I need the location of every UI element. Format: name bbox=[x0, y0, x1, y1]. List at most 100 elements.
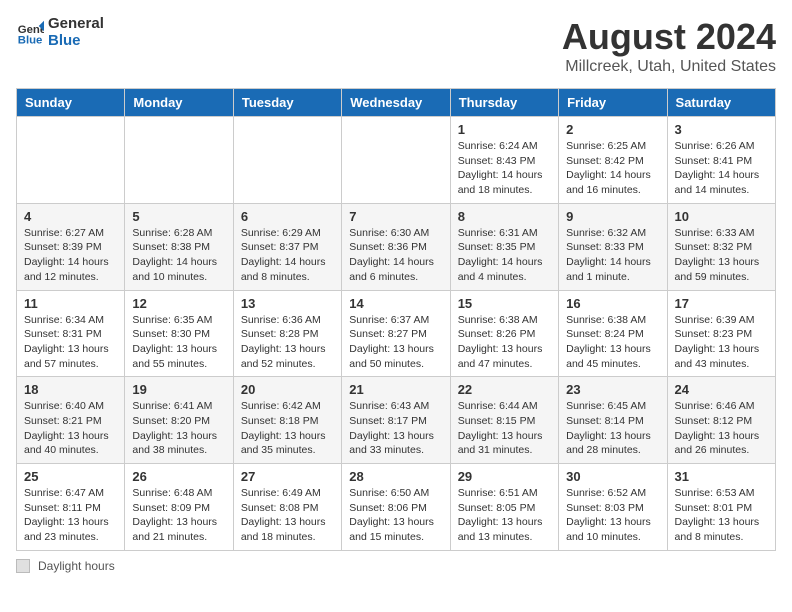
day-number: 5 bbox=[132, 209, 225, 224]
calendar-cell: 12 Sunrise: 6:35 AM Sunset: 8:30 PM Dayli… bbox=[125, 290, 233, 377]
day-info: Sunrise: 6:39 AM Sunset: 8:23 PM Dayligh… bbox=[675, 313, 768, 372]
legend-label: Daylight hours bbox=[38, 559, 115, 573]
week-row-5: 25 Sunrise: 6:47 AM Sunset: 8:11 PM Dayli… bbox=[17, 464, 776, 551]
day-info: Sunrise: 6:27 AM Sunset: 8:39 PM Dayligh… bbox=[24, 226, 117, 285]
calendar-cell bbox=[342, 117, 450, 204]
col-header-saturday: Saturday bbox=[667, 89, 775, 117]
day-info: Sunrise: 6:41 AM Sunset: 8:20 PM Dayligh… bbox=[132, 399, 225, 458]
col-header-thursday: Thursday bbox=[450, 89, 558, 117]
title-area: August 2024 Millcreek, Utah, United Stat… bbox=[562, 16, 776, 76]
calendar-cell: 5 Sunrise: 6:28 AM Sunset: 8:38 PM Daylig… bbox=[125, 203, 233, 290]
day-number: 21 bbox=[349, 382, 442, 397]
calendar-cell: 23 Sunrise: 6:45 AM Sunset: 8:14 PM Dayli… bbox=[559, 377, 667, 464]
day-number: 26 bbox=[132, 469, 225, 484]
day-info: Sunrise: 6:35 AM Sunset: 8:30 PM Dayligh… bbox=[132, 313, 225, 372]
day-info: Sunrise: 6:51 AM Sunset: 8:05 PM Dayligh… bbox=[458, 486, 551, 545]
svg-text:Blue: Blue bbox=[18, 34, 43, 46]
logo-blue-text: Blue bbox=[48, 32, 81, 49]
subtitle: Millcreek, Utah, United States bbox=[562, 58, 776, 76]
calendar-cell bbox=[125, 117, 233, 204]
day-number: 10 bbox=[675, 209, 768, 224]
day-info: Sunrise: 6:36 AM Sunset: 8:28 PM Dayligh… bbox=[241, 313, 334, 372]
day-number: 17 bbox=[675, 296, 768, 311]
day-info: Sunrise: 6:24 AM Sunset: 8:43 PM Dayligh… bbox=[458, 139, 551, 198]
day-info: Sunrise: 6:33 AM Sunset: 8:32 PM Dayligh… bbox=[675, 226, 768, 285]
day-number: 8 bbox=[458, 209, 551, 224]
day-info: Sunrise: 6:48 AM Sunset: 8:09 PM Dayligh… bbox=[132, 486, 225, 545]
day-info: Sunrise: 6:32 AM Sunset: 8:33 PM Dayligh… bbox=[566, 226, 659, 285]
week-row-1: 1Sunrise: 6:24 AM Sunset: 8:43 PM Daylig… bbox=[17, 117, 776, 204]
calendar-cell: 7Sunrise: 6:30 AM Sunset: 8:36 PM Daylig… bbox=[342, 203, 450, 290]
calendar-cell: 18 Sunrise: 6:40 AM Sunset: 8:21 PM Dayli… bbox=[17, 377, 125, 464]
day-info: Sunrise: 6:37 AM Sunset: 8:27 PM Dayligh… bbox=[349, 313, 442, 372]
day-number: 11 bbox=[24, 296, 117, 311]
week-row-3: 11Sunrise: 6:34 AM Sunset: 8:31 PM Dayli… bbox=[17, 290, 776, 377]
day-info: Sunrise: 6:38 AM Sunset: 8:26 PM Dayligh… bbox=[458, 313, 551, 372]
day-info: Sunrise: 6:26 AM Sunset: 8:41 PM Dayligh… bbox=[675, 139, 768, 198]
calendar-cell: 31 Sunrise: 6:53 AM Sunset: 8:01 PM Dayli… bbox=[667, 464, 775, 551]
calendar-cell: 28 Sunrise: 6:50 AM Sunset: 8:06 PM Dayli… bbox=[342, 464, 450, 551]
day-info: Sunrise: 6:38 AM Sunset: 8:24 PM Dayligh… bbox=[566, 313, 659, 372]
day-number: 25 bbox=[24, 469, 117, 484]
day-number: 30 bbox=[566, 469, 659, 484]
col-header-monday: Monday bbox=[125, 89, 233, 117]
calendar-cell: 20 Sunrise: 6:42 AM Sunset: 8:18 PM Dayli… bbox=[233, 377, 341, 464]
col-header-sunday: Sunday bbox=[17, 89, 125, 117]
calendar-table: SundayMondayTuesdayWednesdayThursdayFrid… bbox=[16, 88, 776, 551]
day-number: 3 bbox=[675, 122, 768, 137]
calendar-cell bbox=[233, 117, 341, 204]
calendar-cell: 24Sunrise: 6:46 AM Sunset: 8:12 PM Dayli… bbox=[667, 377, 775, 464]
day-number: 2 bbox=[566, 122, 659, 137]
day-number: 19 bbox=[132, 382, 225, 397]
day-info: Sunrise: 6:47 AM Sunset: 8:11 PM Dayligh… bbox=[24, 486, 117, 545]
days-header-row: SundayMondayTuesdayWednesdayThursdayFrid… bbox=[17, 89, 776, 117]
day-number: 7 bbox=[349, 209, 442, 224]
calendar-cell: 13 Sunrise: 6:36 AM Sunset: 8:28 PM Dayli… bbox=[233, 290, 341, 377]
calendar-cell: 9Sunrise: 6:32 AM Sunset: 8:33 PM Daylig… bbox=[559, 203, 667, 290]
calendar-cell: 2Sunrise: 6:25 AM Sunset: 8:42 PM Daylig… bbox=[559, 117, 667, 204]
day-info: Sunrise: 6:44 AM Sunset: 8:15 PM Dayligh… bbox=[458, 399, 551, 458]
day-info: Sunrise: 6:42 AM Sunset: 8:18 PM Dayligh… bbox=[241, 399, 334, 458]
main-title: August 2024 bbox=[562, 16, 776, 58]
day-number: 13 bbox=[241, 296, 334, 311]
logo-icon: General Blue bbox=[16, 19, 44, 47]
day-number: 18 bbox=[24, 382, 117, 397]
col-header-wednesday: Wednesday bbox=[342, 89, 450, 117]
calendar-cell: 8 Sunrise: 6:31 AM Sunset: 8:35 PM Daylig… bbox=[450, 203, 558, 290]
day-number: 12 bbox=[132, 296, 225, 311]
calendar-cell: 4 Sunrise: 6:27 AM Sunset: 8:39 PM Daylig… bbox=[17, 203, 125, 290]
day-number: 20 bbox=[241, 382, 334, 397]
col-header-tuesday: Tuesday bbox=[233, 89, 341, 117]
day-number: 29 bbox=[458, 469, 551, 484]
day-info: Sunrise: 6:40 AM Sunset: 8:21 PM Dayligh… bbox=[24, 399, 117, 458]
day-info: Sunrise: 6:45 AM Sunset: 8:14 PM Dayligh… bbox=[566, 399, 659, 458]
day-info: Sunrise: 6:49 AM Sunset: 8:08 PM Dayligh… bbox=[241, 486, 334, 545]
day-number: 24 bbox=[675, 382, 768, 397]
day-info: Sunrise: 6:28 AM Sunset: 8:38 PM Dayligh… bbox=[132, 226, 225, 285]
calendar-cell: 16Sunrise: 6:38 AM Sunset: 8:24 PM Dayli… bbox=[559, 290, 667, 377]
day-info: Sunrise: 6:29 AM Sunset: 8:37 PM Dayligh… bbox=[241, 226, 334, 285]
day-number: 4 bbox=[24, 209, 117, 224]
day-number: 28 bbox=[349, 469, 442, 484]
calendar-cell: 14Sunrise: 6:37 AM Sunset: 8:27 PM Dayli… bbox=[342, 290, 450, 377]
calendar-cell: 6Sunrise: 6:29 AM Sunset: 8:37 PM Daylig… bbox=[233, 203, 341, 290]
day-number: 23 bbox=[566, 382, 659, 397]
calendar-cell: 21 Sunrise: 6:43 AM Sunset: 8:17 PM Dayli… bbox=[342, 377, 450, 464]
calendar-cell: 30 Sunrise: 6:52 AM Sunset: 8:03 PM Dayli… bbox=[559, 464, 667, 551]
day-info: Sunrise: 6:43 AM Sunset: 8:17 PM Dayligh… bbox=[349, 399, 442, 458]
day-info: Sunrise: 6:53 AM Sunset: 8:01 PM Dayligh… bbox=[675, 486, 768, 545]
day-info: Sunrise: 6:31 AM Sunset: 8:35 PM Dayligh… bbox=[458, 226, 551, 285]
day-number: 22 bbox=[458, 382, 551, 397]
day-number: 31 bbox=[675, 469, 768, 484]
week-row-2: 4 Sunrise: 6:27 AM Sunset: 8:39 PM Daylig… bbox=[17, 203, 776, 290]
calendar-cell: 15 Sunrise: 6:38 AM Sunset: 8:26 PM Dayli… bbox=[450, 290, 558, 377]
day-info: Sunrise: 6:50 AM Sunset: 8:06 PM Dayligh… bbox=[349, 486, 442, 545]
calendar-cell: 25 Sunrise: 6:47 AM Sunset: 8:11 PM Dayli… bbox=[17, 464, 125, 551]
calendar-cell: 19 Sunrise: 6:41 AM Sunset: 8:20 PM Dayli… bbox=[125, 377, 233, 464]
day-info: Sunrise: 6:52 AM Sunset: 8:03 PM Dayligh… bbox=[566, 486, 659, 545]
logo: General Blue General Blue bbox=[16, 16, 104, 49]
calendar-cell: 26 Sunrise: 6:48 AM Sunset: 8:09 PM Dayli… bbox=[125, 464, 233, 551]
calendar-cell: 17 Sunrise: 6:39 AM Sunset: 8:23 PM Dayli… bbox=[667, 290, 775, 377]
day-number: 15 bbox=[458, 296, 551, 311]
calendar-cell: 3 Sunrise: 6:26 AM Sunset: 8:41 PM Daylig… bbox=[667, 117, 775, 204]
